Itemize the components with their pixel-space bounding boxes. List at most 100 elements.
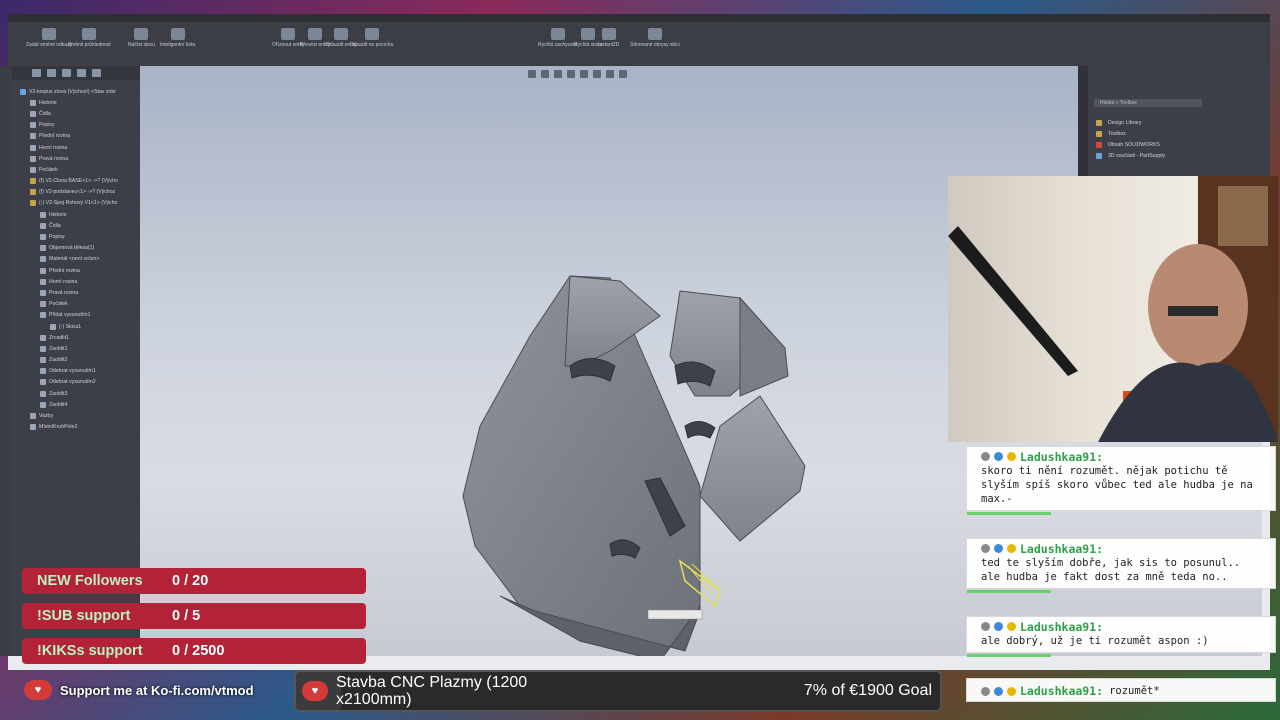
- design-library-item[interactable]: Design Library: [1096, 120, 1141, 126]
- tree-item-label: Počátek: [49, 301, 68, 308]
- tree-item-label: Přední rovina: [49, 267, 80, 274]
- tree-item[interactable]: Čidla: [12, 220, 140, 231]
- ribbon-btn-11[interactable]: Stínované obrysy skici: [630, 28, 680, 48]
- feature-icon: [30, 189, 36, 196]
- tree-item[interactable]: Pravá rovina: [12, 287, 140, 298]
- tree-item[interactable]: Přidat vysunutím1: [12, 310, 140, 321]
- toolbox-item[interactable]: Toolbox: [1096, 131, 1126, 137]
- tree-item-label: Pravá rovina: [49, 289, 79, 296]
- tree-item-label: Čidla: [39, 110, 51, 117]
- tree-item[interactable]: (f) V2-podstavec<1> ->? (Výchoz: [12, 187, 140, 198]
- tree-item[interactable]: Historie: [12, 209, 140, 220]
- tree-item[interactable]: Popisy: [12, 231, 140, 242]
- ribbon-btn-7[interactable]: Odsadit na povrchu: [350, 28, 393, 48]
- ribbon-btn-2[interactable]: Načíst skicu: [128, 28, 155, 48]
- ribbon-btn-10[interactable]: Instant2D: [598, 28, 619, 48]
- tree-item[interactable]: Horní rovina: [12, 142, 140, 153]
- followers-goal: NEW Followers 0 / 20: [22, 568, 366, 594]
- property-manager-icon[interactable]: [47, 69, 56, 77]
- badge-icon: [994, 622, 1003, 631]
- webcam-feed: [948, 176, 1278, 442]
- ribbon-icon: [647, 28, 662, 40]
- tree-item-label: Odebrat vysunutím1: [49, 368, 96, 375]
- ribbon-icon: [281, 28, 296, 40]
- tree-item[interactable]: Vazby: [12, 410, 140, 421]
- tree-item[interactable]: Zrcadlit1: [12, 332, 140, 343]
- tree-item[interactable]: Horní rovina: [12, 276, 140, 287]
- feature-icon: [40, 401, 46, 408]
- tree-item-label: Objemová tělesa(1): [49, 245, 95, 252]
- ribbon-icon: [82, 28, 97, 40]
- goal-title: Stavba CNC Plazmy (1200 x2100mm): [336, 674, 528, 708]
- tree-item-label: (-) V2-Spoj Rohový V1<1> (Výcho: [39, 200, 118, 207]
- feature-icon: [40, 368, 46, 375]
- tree-item[interactable]: Materiál <není určen>: [12, 254, 140, 265]
- toolbox-search-input[interactable]: Hledat v Toolbox: [1094, 99, 1202, 107]
- ribbon-btn-0[interactable]: Zadat směnit odkazy: [26, 28, 72, 48]
- badge-icon: [994, 686, 1003, 696]
- dimxpert-icon[interactable]: [77, 69, 86, 77]
- tree-item[interactable]: Zaoblit1: [12, 343, 140, 354]
- feature-icon: [40, 379, 46, 386]
- tree-item[interactable]: V2-korpus zlova (Výchozí) <Stav zobr: [12, 86, 140, 97]
- badge-icon: [1007, 452, 1016, 461]
- tree-item-label: Vazby: [39, 413, 54, 420]
- tree-item[interactable]: Čidla: [12, 108, 140, 119]
- feature-manager-toolbar: [12, 66, 140, 80]
- ribbon-btn-3[interactable]: Inteligentní kóta: [160, 28, 195, 48]
- feature-icon: [40, 267, 46, 274]
- tree-item[interactable]: Počátek: [12, 164, 140, 175]
- tree-item[interactable]: Přední rovina: [12, 131, 140, 142]
- tree-item-label: Zaoblit4: [49, 401, 68, 408]
- tree-item[interactable]: (-) V2-Spoj Rohový V1<1> (Výcho: [12, 198, 140, 209]
- kofi-cup-icon: ♥: [24, 680, 52, 700]
- tree-item[interactable]: Zaoblit2: [12, 355, 140, 366]
- tree-item[interactable]: Přední rovina: [12, 265, 140, 276]
- tree-item[interactable]: Zaoblit3: [12, 388, 140, 399]
- chat-message: Ladushkaa91: skoro ti nění rozumět. něja…: [966, 446, 1276, 515]
- feature-icon: [40, 289, 46, 296]
- ribbon-icon: [308, 28, 323, 40]
- ribbon-icon: [550, 28, 565, 40]
- tree-item[interactable]: Zaoblit4: [12, 399, 140, 410]
- tree-item[interactable]: Odebrat vysunutím1: [12, 366, 140, 377]
- feature-icon: [40, 222, 46, 229]
- tree-item[interactable]: Počátek: [12, 299, 140, 310]
- ribbon-btn-1[interactable]: Změnit průhlednost: [68, 28, 111, 48]
- badge-icon: [994, 452, 1003, 461]
- chat-divider: [967, 590, 1051, 593]
- display-manager-icon[interactable]: [92, 69, 101, 77]
- tree-item[interactable]: Pravá rovina: [12, 153, 140, 164]
- tree-item[interactable]: Historie: [12, 97, 140, 108]
- tree-item[interactable]: MístníKruhPole2: [12, 422, 140, 433]
- tree-item-label: (f) V2-Clona BASE<1> ->? (Výcho: [39, 178, 118, 185]
- chat-message: Ladushkaa91: ted te slyším dobře, jak si…: [966, 538, 1276, 593]
- feature-icon: [40, 256, 46, 263]
- badge-icon: [1007, 622, 1016, 631]
- ribbon-btn-8[interactable]: Rychlá zachycení: [538, 28, 577, 48]
- tree-item-label: Horní rovina: [49, 278, 78, 285]
- feature-icon: [40, 245, 46, 252]
- feature-icon: [30, 99, 36, 106]
- tree-item[interactable]: Objemová tělesa(1): [12, 243, 140, 254]
- feature-tree-icon[interactable]: [32, 69, 41, 77]
- tree-item-label: (-) Skica1: [59, 323, 82, 330]
- tree-item[interactable]: Popisy: [12, 120, 140, 131]
- badge-icon: [981, 452, 990, 461]
- folder-icon: [1096, 153, 1102, 159]
- tree-item[interactable]: Odebrat vysunutím2: [12, 377, 140, 388]
- tree-item[interactable]: (f) V2-Clona BASE<1> ->? (Výcho: [12, 176, 140, 187]
- tree-item-label: Přední rovina: [39, 133, 70, 140]
- sub-support-goal: !SUB support 0 / 5: [22, 603, 366, 629]
- donation-goal-bar: ♥ Stavba CNC Plazmy (1200 x2100mm) 7% of…: [294, 670, 942, 712]
- tree-item[interactable]: (-) Skica1: [12, 321, 140, 332]
- partsupply-item[interactable]: 3D součásti - PartSupply: [1096, 153, 1165, 159]
- solidworks-content-item[interactable]: Obsah SOLIDWORKS: [1096, 142, 1160, 148]
- tree-item-label: Odebrat vysunutím2: [49, 379, 96, 386]
- configuration-icon[interactable]: [62, 69, 71, 77]
- badge-icon: [981, 686, 990, 696]
- feature-icon: [30, 413, 36, 420]
- tree-item-label: Zaoblit3: [49, 390, 68, 397]
- feature-icon: [30, 424, 36, 431]
- title-bar: [8, 14, 1270, 22]
